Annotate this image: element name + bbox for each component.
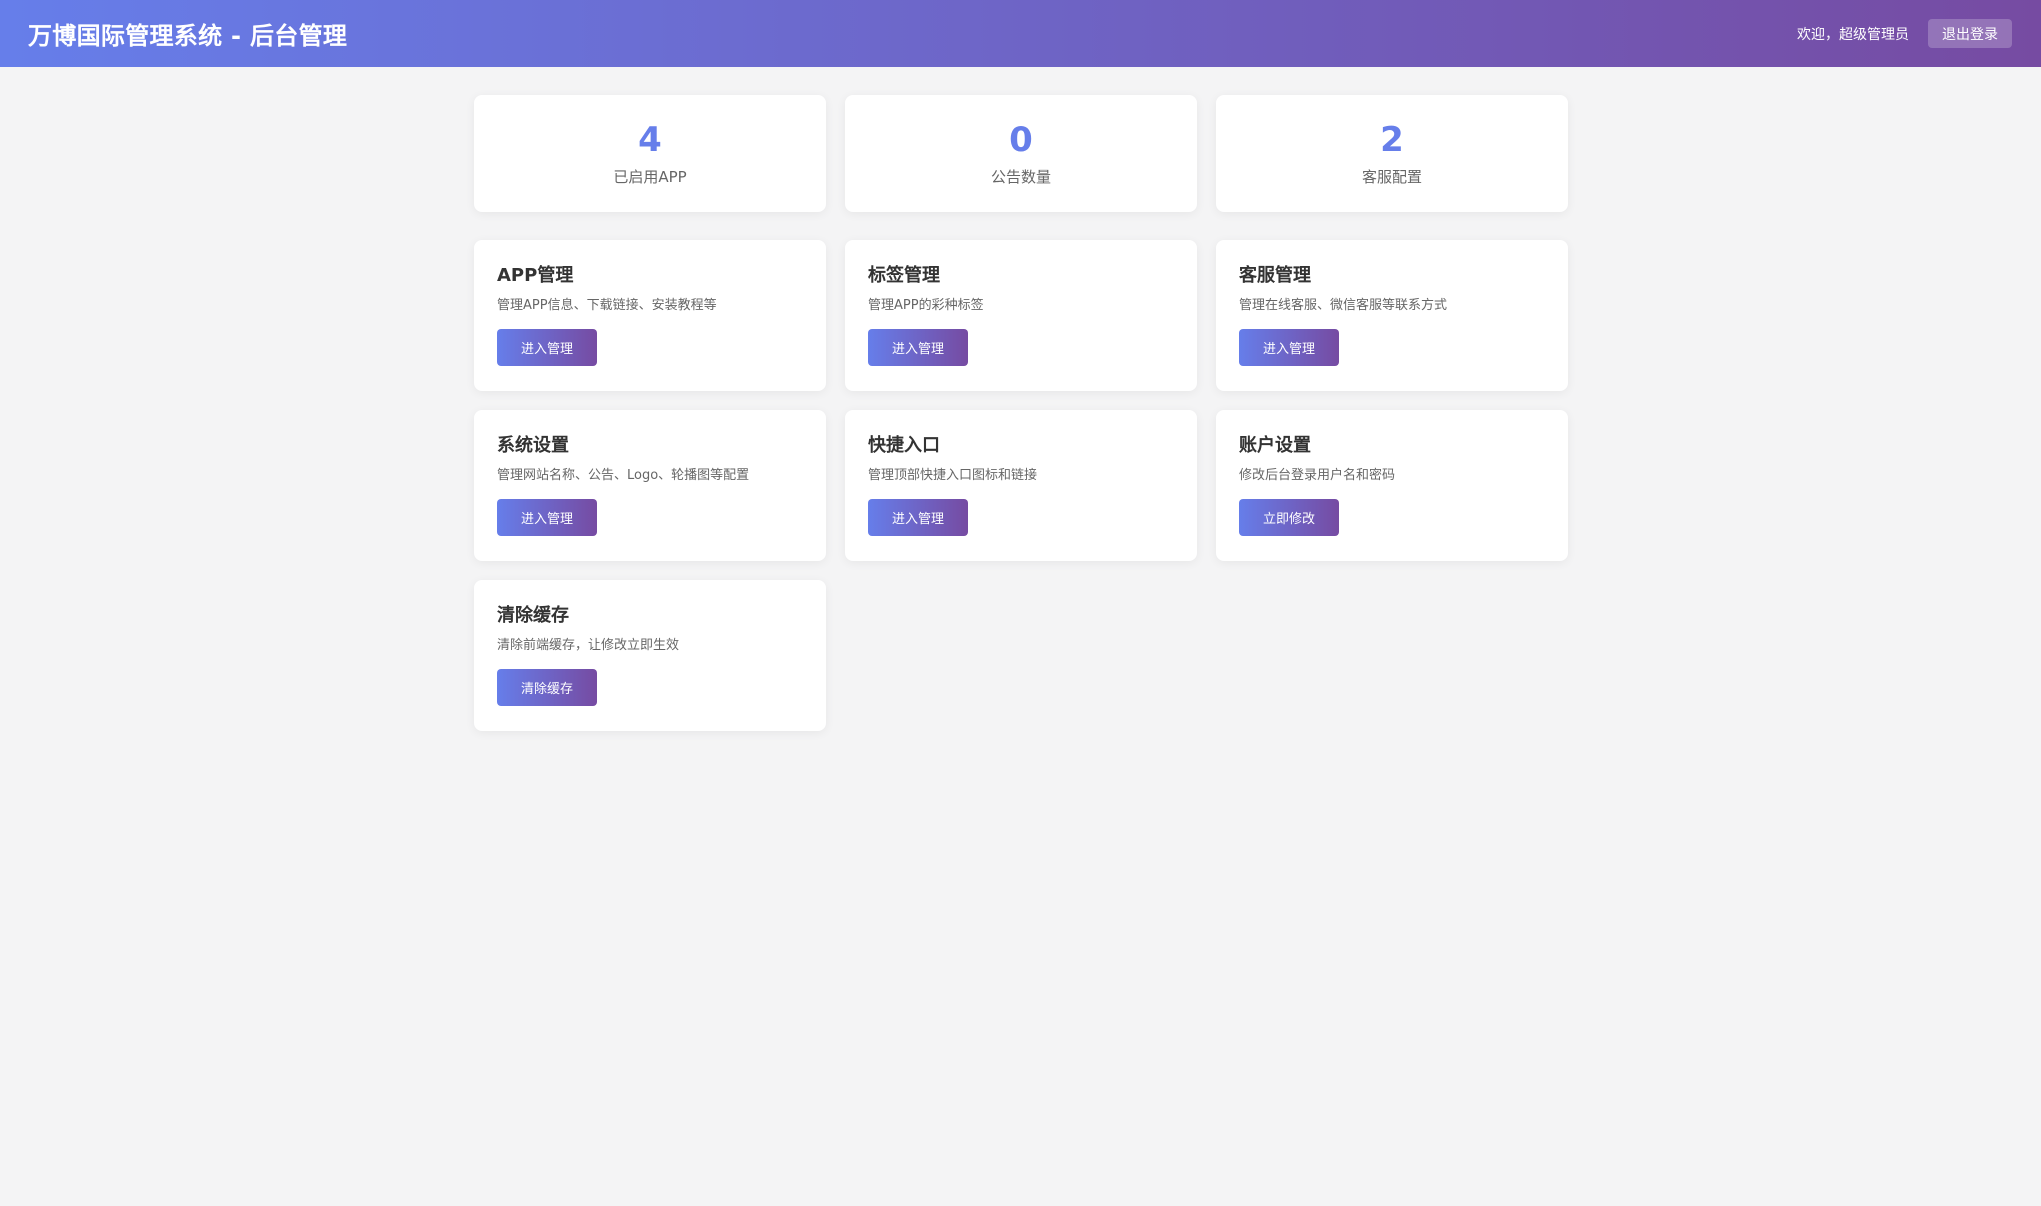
logout-button[interactable]: 退出登录 (1928, 19, 2012, 48)
tag-management-button[interactable]: 进入管理 (868, 329, 968, 367)
stat-card-customer-service: 2 客服配置 (1216, 95, 1568, 212)
welcome-text: 欢迎，超级管理员 (1797, 26, 1909, 43)
stat-label: 已启用APP (613, 167, 687, 186)
stats-row: 4 已启用APP 0 公告数量 2 客服配置 (474, 95, 1568, 212)
shortcuts-button[interactable]: 进入管理 (868, 499, 968, 537)
page-title: 万博国际管理系统 - 后台管理 (28, 22, 348, 50)
stat-label: 公告数量 (990, 167, 1051, 186)
module-card-system-settings: 系统设置 管理网站名称、公告、Logo、轮播图等配置 进入管理 (474, 410, 826, 561)
module-card-customer-service: 客服管理 管理在线客服、微信客服等联系方式 进入管理 (1216, 240, 1568, 391)
module-title: 快捷入口 (868, 435, 940, 456)
module-title: APP管理 (497, 265, 574, 286)
module-title: 标签管理 (868, 265, 940, 286)
module-description: 管理顶部快捷入口图标和链接 (868, 467, 1038, 483)
module-description: 管理APP的彩种标签 (868, 297, 984, 313)
module-description: 清除前端缓存，让修改立即生效 (497, 637, 680, 653)
module-card-tag-management: 标签管理 管理APP的彩种标签 进入管理 (845, 240, 1197, 391)
module-title: 账户设置 (1239, 435, 1311, 456)
stat-number: 2 (1380, 120, 1404, 161)
module-title: 清除缓存 (497, 605, 569, 626)
module-title: 客服管理 (1239, 265, 1311, 286)
clear-cache-button[interactable]: 清除缓存 (497, 669, 597, 707)
module-description: 管理网站名称、公告、Logo、轮播图等配置 (497, 467, 750, 483)
module-card-account-settings: 账户设置 修改后台登录用户名和密码 立即修改 (1216, 410, 1568, 561)
account-settings-button[interactable]: 立即修改 (1239, 499, 1339, 537)
stat-label: 客服配置 (1361, 167, 1422, 186)
module-card-app-management: APP管理 管理APP信息、下载链接、安装教程等 进入管理 (474, 240, 826, 391)
top-header: 万博国际管理系统 - 后台管理 欢迎，超级管理员 退出登录 (0, 0, 2041, 67)
app-management-button[interactable]: 进入管理 (497, 329, 597, 367)
module-title: 系统设置 (497, 435, 569, 456)
module-grid: APP管理 管理APP信息、下载链接、安装教程等 进入管理 标签管理 管理APP… (474, 240, 1568, 731)
header-user-area: 欢迎，超级管理员 退出登录 (1797, 19, 2012, 48)
module-description: 修改后台登录用户名和密码 (1239, 467, 1396, 483)
stat-card-announcements: 0 公告数量 (845, 95, 1197, 212)
module-description: 管理在线客服、微信客服等联系方式 (1239, 297, 1448, 313)
stat-card-enabled-apps: 4 已启用APP (474, 95, 826, 212)
system-settings-button[interactable]: 进入管理 (497, 499, 597, 537)
stat-number: 0 (1009, 120, 1033, 161)
module-card-clear-cache: 清除缓存 清除前端缓存，让修改立即生效 清除缓存 (474, 580, 826, 731)
module-card-shortcuts: 快捷入口 管理顶部快捷入口图标和链接 进入管理 (845, 410, 1197, 561)
module-description: 管理APP信息、下载链接、安装教程等 (497, 297, 717, 313)
main-content: 4 已启用APP 0 公告数量 2 客服配置 APP管理 管理APP信息、下载链… (474, 95, 1568, 731)
stat-number: 4 (638, 120, 662, 161)
customer-service-button[interactable]: 进入管理 (1239, 329, 1339, 367)
